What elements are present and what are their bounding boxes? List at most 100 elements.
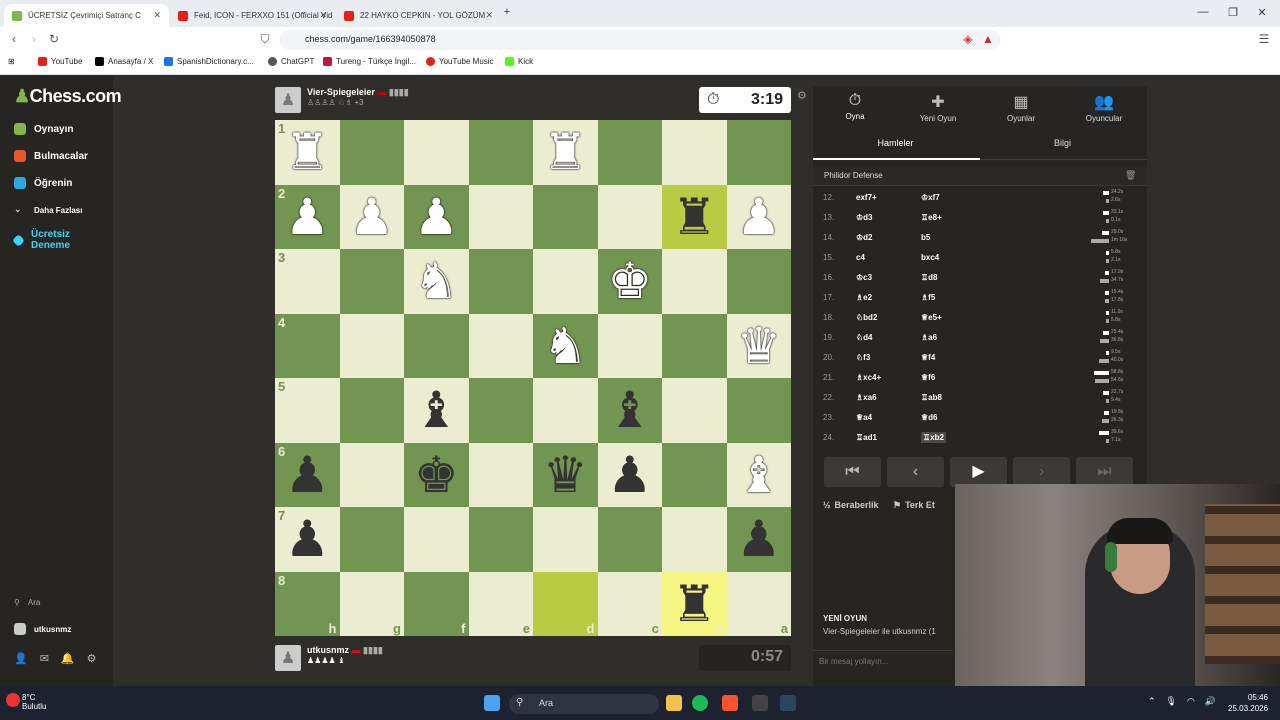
black-queen-piece[interactable]: ♛ bbox=[543, 450, 588, 500]
black-pawn-piece[interactable]: ♟ bbox=[607, 450, 652, 500]
white-king-piece[interactable]: ♚ bbox=[607, 256, 652, 306]
sidebar-item-play[interactable]: Oynayın bbox=[14, 123, 73, 135]
board-square[interactable] bbox=[533, 249, 598, 314]
white-move[interactable]: ♔c3 bbox=[856, 273, 872, 282]
black-move[interactable]: ♕e5+ bbox=[921, 313, 942, 322]
white-pawn-piece[interactable]: ♟ bbox=[736, 192, 781, 242]
subtab-info[interactable]: Bilgi bbox=[980, 138, 1145, 148]
board-square[interactable]: ♜ bbox=[662, 184, 727, 249]
board-square[interactable] bbox=[533, 184, 598, 249]
bookmark-youtube-music[interactable]: YouTube Music bbox=[426, 57, 494, 66]
browser-tab-chess[interactable]: ÜCRETSİZ Çevrimiçi Satranç C ✕ bbox=[4, 4, 169, 27]
board-square[interactable]: ♛ bbox=[726, 313, 791, 378]
file-explorer-icon[interactable] bbox=[666, 695, 682, 711]
board-square[interactable] bbox=[726, 120, 791, 185]
close-window-icon[interactable]: ✕ bbox=[1252, 6, 1272, 19]
sidebar-search[interactable]: ⚲ Ara bbox=[14, 598, 40, 607]
black-move[interactable]: ♖e8+ bbox=[921, 213, 942, 222]
taskbar-clock[interactable]: 05:46 25.03.2026 bbox=[1228, 692, 1268, 714]
white-queen-piece[interactable]: ♛ bbox=[736, 321, 781, 371]
back-icon[interactable]: ‹ bbox=[6, 32, 22, 46]
white-bishop-piece[interactable]: ♝ bbox=[736, 450, 781, 500]
white-knight-piece[interactable]: ♞ bbox=[414, 256, 459, 306]
board-square[interactable] bbox=[468, 249, 533, 314]
board-square[interactable] bbox=[339, 249, 404, 314]
black-move[interactable]: ♕d6 bbox=[921, 413, 938, 422]
board-square[interactable] bbox=[339, 442, 404, 507]
board-square[interactable]: 6 ♟ bbox=[275, 442, 340, 507]
browser-tab-youtube-2[interactable]: 22 HAYKO CEPKIN - YOL GÖZÜM ✕ bbox=[336, 4, 501, 27]
board-square[interactable] bbox=[662, 378, 727, 443]
white-move[interactable]: ♗xc4+ bbox=[856, 373, 881, 382]
bookmark-kick[interactable]: Kick bbox=[505, 57, 533, 66]
avatar[interactable]: ♟ bbox=[275, 87, 301, 113]
sidebar-item-free-trial[interactable]: Ücretsiz Deneme bbox=[12, 229, 94, 251]
menu-icon[interactable]: ☰ bbox=[1256, 32, 1272, 46]
board-square[interactable]: d bbox=[533, 571, 598, 636]
resign-button[interactable]: ⚑ Terk Et bbox=[893, 500, 935, 511]
black-move[interactable]: ♖ab8 bbox=[921, 393, 942, 402]
avatar[interactable]: ♟ bbox=[275, 645, 301, 671]
board-square[interactable] bbox=[339, 378, 404, 443]
black-move[interactable]: ♕f4 bbox=[921, 353, 935, 362]
browser-tab-youtube-1[interactable]: Feid, ICON - FERXXO 151 (Official Vid ✕ bbox=[170, 4, 335, 27]
board-square[interactable]: ♟ bbox=[404, 184, 469, 249]
brave-rewards-icon[interactable]: ▲ bbox=[980, 32, 996, 46]
black-move[interactable]: ♖d8 bbox=[921, 273, 938, 282]
board-square[interactable] bbox=[726, 378, 791, 443]
board-square[interactable]: 7 ♟ bbox=[275, 507, 340, 572]
white-rook-piece[interactable]: ♜ bbox=[285, 127, 330, 177]
bookmark-chatgpt[interactable]: ChatGPT bbox=[268, 57, 314, 66]
board-square[interactable] bbox=[404, 507, 469, 572]
white-move[interactable]: ♘d4 bbox=[856, 333, 873, 342]
gear-icon[interactable]: ⚙ bbox=[87, 652, 97, 665]
friends-icon[interactable]: 👤 bbox=[14, 652, 28, 665]
black-move[interactable]: ♗f5 bbox=[921, 293, 935, 302]
white-move[interactable]: ♗e2 bbox=[856, 293, 872, 302]
white-rook-piece[interactable]: ♜ bbox=[543, 127, 588, 177]
board-square[interactable]: b ♜ bbox=[662, 571, 727, 636]
board-square[interactable]: ♟ bbox=[339, 184, 404, 249]
white-pawn-piece[interactable]: ♟ bbox=[285, 192, 330, 242]
play-button[interactable]: ▶ bbox=[950, 457, 1007, 487]
board-square[interactable] bbox=[662, 120, 727, 185]
white-move[interactable]: ♘f3 bbox=[856, 353, 870, 362]
chevron-up-icon[interactable]: ⌃ bbox=[1148, 696, 1156, 707]
board-square[interactable]: ♞ bbox=[533, 313, 598, 378]
board-square[interactable] bbox=[597, 313, 662, 378]
board-square[interactable]: ♟ bbox=[597, 442, 662, 507]
opening-name[interactable]: Philidor Defense bbox=[824, 171, 883, 180]
black-move[interactable]: ♕f6 bbox=[921, 373, 935, 382]
chess-logo[interactable]: ♟Chess.com bbox=[14, 86, 122, 107]
mail-icon[interactable]: ✉ bbox=[40, 652, 49, 665]
board-square[interactable]: ♟ bbox=[726, 184, 791, 249]
minimize-icon[interactable]: — bbox=[1193, 6, 1213, 18]
board-square[interactable] bbox=[597, 507, 662, 572]
board-square[interactable] bbox=[468, 378, 533, 443]
black-move[interactable]: bxc4 bbox=[921, 253, 939, 262]
board-square[interactable]: ♞ bbox=[404, 249, 469, 314]
board-square[interactable]: ♝ bbox=[597, 378, 662, 443]
board-square[interactable]: 4 bbox=[275, 313, 340, 378]
board-square[interactable]: 8h bbox=[275, 571, 340, 636]
white-move[interactable]: ♕a4 bbox=[856, 413, 872, 422]
black-pawn-piece[interactable]: ♟ bbox=[736, 514, 781, 564]
board-square[interactable] bbox=[404, 313, 469, 378]
apps-icon[interactable]: ⊞ bbox=[8, 57, 15, 66]
board-square[interactable]: ♚ bbox=[404, 442, 469, 507]
next-move-button[interactable]: › bbox=[1013, 457, 1070, 487]
new-tab-icon[interactable]: + bbox=[497, 6, 517, 18]
tab-games[interactable]: ▦ Oyunlar bbox=[981, 92, 1061, 123]
tab-play[interactable]: ⏱ Oyna bbox=[815, 92, 895, 121]
board-square[interactable] bbox=[468, 313, 533, 378]
board-square[interactable]: a bbox=[726, 571, 791, 636]
board-square[interactable]: e bbox=[468, 571, 533, 636]
black-bishop-piece[interactable]: ♝ bbox=[414, 385, 459, 435]
tab-new-game[interactable]: ✚ Yeni Oyun bbox=[898, 92, 978, 123]
board-square[interactable]: ♛ bbox=[533, 442, 598, 507]
white-move[interactable]: ♔d3 bbox=[856, 213, 873, 222]
black-move[interactable]: ♗a6 bbox=[921, 333, 937, 342]
wifi-icon[interactable]: ◠ bbox=[1187, 696, 1195, 707]
brave-shield-icon[interactable]: ◈ bbox=[960, 32, 976, 46]
top-player-name[interactable]: Vier-Spiegeleier bbox=[307, 87, 375, 97]
